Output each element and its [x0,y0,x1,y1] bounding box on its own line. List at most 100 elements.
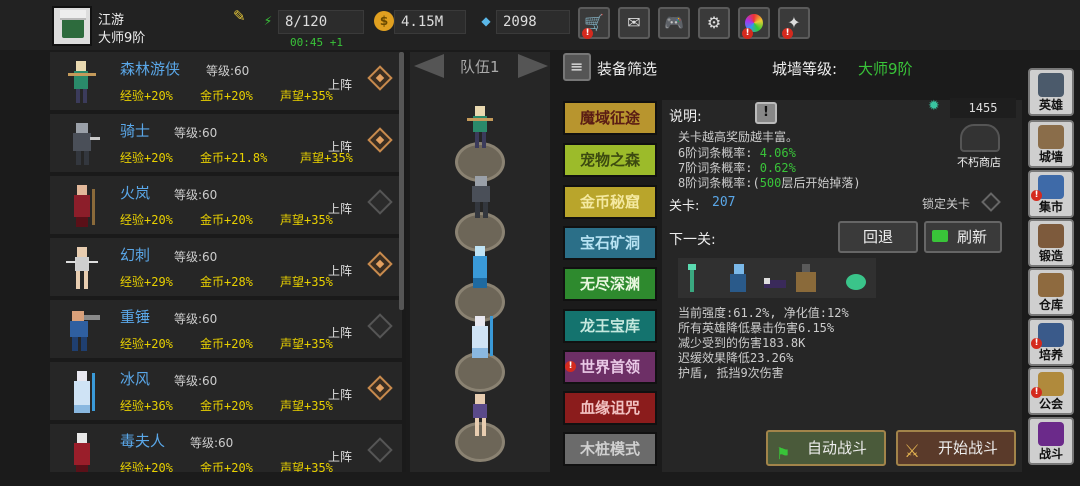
immortal-shop-label[interactable]: 不朽商店 [957,154,1001,170]
immortal-shop-icon[interactable] [960,124,1000,152]
hero-row[interactable]: 冰风 等级:60 经验+36% 金币+20% 声望+35% 上阵 [50,362,402,422]
hero-exp-bonus: 经验+29% [120,275,173,289]
refresh-button[interactable]: 刷新 [924,221,1002,253]
team-sprite-forest-ranger [467,106,493,148]
hero-list[interactable]: 森林游侠 等级:60 经验+20% 金币+20% 声望+35% 上阵 骑士 等级… [50,52,406,472]
equipment-filter-label: 装备筛选 [597,60,658,78]
hero-fame-bonus: 声望+35% [280,275,333,289]
side-nav-label: 城墙 [1038,150,1063,164]
alert-badge: ! [1031,190,1042,201]
hero-name: 火岚 [120,184,151,202]
dungeon-button[interactable]: 宠物之森 [563,143,657,177]
start-battle-button[interactable]: ⚔ 开始战斗 [896,430,1016,466]
mail-button[interactable]: ✉ [618,7,650,39]
tier8-floor: 500 [759,176,782,190]
hero-name: 毒夫人 [120,432,166,450]
hero-row[interactable]: 骑士 等级:60 经验+20% 金币+21.8% 声望+35% 上阵 [50,114,402,174]
hero-row[interactable]: 重锤 等级:60 经验+20% 金币+20% 声望+35% 上阵 [50,300,402,360]
gold-coin-icon: $ [374,11,394,31]
wall-level-label: 城墙等级: [772,60,838,78]
gear-icon: ⚙ [706,13,722,32]
side-nav-icon [1038,273,1064,297]
side-nav-icon [1038,73,1064,97]
immortal-token-icon: ✹ [928,98,940,114]
gold-value: 4.15M [394,10,466,34]
team-label: 队伍1 [460,58,500,76]
side-nav-label: 英雄 [1038,98,1063,112]
dungeon-button[interactable]: 世界首领 [563,350,657,384]
side-nav-button[interactable]: 集市! [1028,170,1074,218]
side-nav-button[interactable]: 城墙 [1028,120,1074,168]
hero-exp-bonus: 经验+20% [120,89,173,103]
hero-deploy-label: 上阵 [328,140,353,154]
hero-gold-bonus: 金币+20% [200,89,253,103]
edit-icon[interactable]: ✎ [233,7,249,25]
color-wheel-button[interactable]: ! [738,7,770,39]
hero-fame-bonus: 声望+35% [280,399,333,413]
side-nav-label: 战斗 [1038,447,1063,461]
hero-deploy-toggle[interactable] [367,189,393,215]
alert-badge: ! [1031,387,1042,398]
tier6-value: 4.06% [759,146,796,160]
hero-deploy-toggle[interactable] [367,313,393,339]
stage-value: 207 [712,195,736,210]
list-icon: ≡ [570,57,584,76]
dungeon-button[interactable]: 木桩模式 [563,432,657,466]
shop-cart-button[interactable]: 🛒! [578,7,610,39]
alert-badge: ! [565,361,576,372]
hero-exp-bonus: 经验+20% [120,461,173,472]
effect-line: 护盾, 抵挡9次伤害 [678,366,784,380]
dungeon-button[interactable]: 魔域征途 [563,101,657,135]
hero-row[interactable]: 毒夫人 等级:60 经验+20% 金币+20% 声望+35% 上阵 [50,424,402,472]
immortal-token-count: 1455 [950,98,1016,118]
side-nav-label: 锻造 [1038,249,1063,263]
dungeon-button[interactable]: 金币秘窟 [563,185,657,219]
tier7-label: 7阶词条概率: [678,161,753,175]
dungeon-button[interactable]: 龙王宝库 [563,309,657,343]
side-nav-button[interactable]: 英雄 [1028,68,1074,116]
gamepad-button[interactable]: 🎮 [658,7,690,39]
hero-deploy-toggle[interactable] [367,251,393,277]
player-avatar[interactable] [52,6,92,46]
back-button[interactable]: 回退 [838,221,918,253]
hero-sprite-poison-lady [74,433,90,472]
player-name: 江游 [98,13,125,28]
hero-gold-bonus: 金币+20% [200,461,253,472]
dungeon-button[interactable]: 血缘诅咒 [563,391,657,425]
hero-row[interactable]: 森林游侠 等级:60 经验+20% 金币+20% 声望+35% 上阵 [50,52,402,112]
side-nav-button[interactable]: 培养! [1028,318,1074,366]
gem-value: 2098 [496,10,570,34]
hero-deploy-toggle[interactable] [367,65,393,91]
side-nav-button[interactable]: 战斗 [1028,417,1074,465]
dungeon-button[interactable]: 宝石矿洞 [563,226,657,260]
help-icon[interactable]: ! [755,102,777,124]
hero-row[interactable]: 火岚 等级:60 经验+20% 金币+20% 声望+35% 上阵 [50,176,402,236]
hero-exp-bonus: 经验+36% [120,399,173,413]
side-nav-button[interactable]: 公会! [1028,367,1074,415]
alert-badge: ! [1031,338,1042,349]
hero-deploy-toggle[interactable] [367,375,393,401]
side-nav-icon [1038,125,1064,149]
team-sprite-phantom-assassin [473,394,487,436]
hero-level: 等级:60 [174,312,218,326]
start-battle-label: 开始战斗 [937,439,998,457]
equipment-filter-button[interactable]: ≡ [563,53,591,81]
tier6-label: 6阶词条概率: [678,146,753,160]
stamina-timer: 00:45 +1 [290,36,343,49]
side-nav-button[interactable]: 锻造 [1028,219,1074,267]
hero-list-scrollbar[interactable] [399,52,404,310]
hero-deploy-label: 上阵 [328,326,353,340]
hero-fame-bonus: 声望+35% [280,213,333,227]
hero-deploy-toggle[interactable] [367,127,393,153]
hero-sprite-heavy-hammer [70,311,100,351]
hero-row[interactable]: 幻刺 等级:60 经验+29% 金币+28% 声望+35% 上阵 [50,238,402,298]
team-sprite-ice-mage [473,246,487,288]
settings-button[interactable]: ⚙ [698,7,730,39]
auto-battle-button[interactable]: ⚑ 自动战斗 [766,430,886,466]
hero-deploy-toggle[interactable] [367,437,393,463]
dungeon-button[interactable]: 无尽深渊 [563,267,657,301]
hero-fame-bonus: 声望+35% [280,461,333,472]
side-nav-button[interactable]: 仓库 [1028,268,1074,316]
sparkle-button[interactable]: ✦! [778,7,810,39]
hero-exp-bonus: 经验+20% [120,213,173,227]
